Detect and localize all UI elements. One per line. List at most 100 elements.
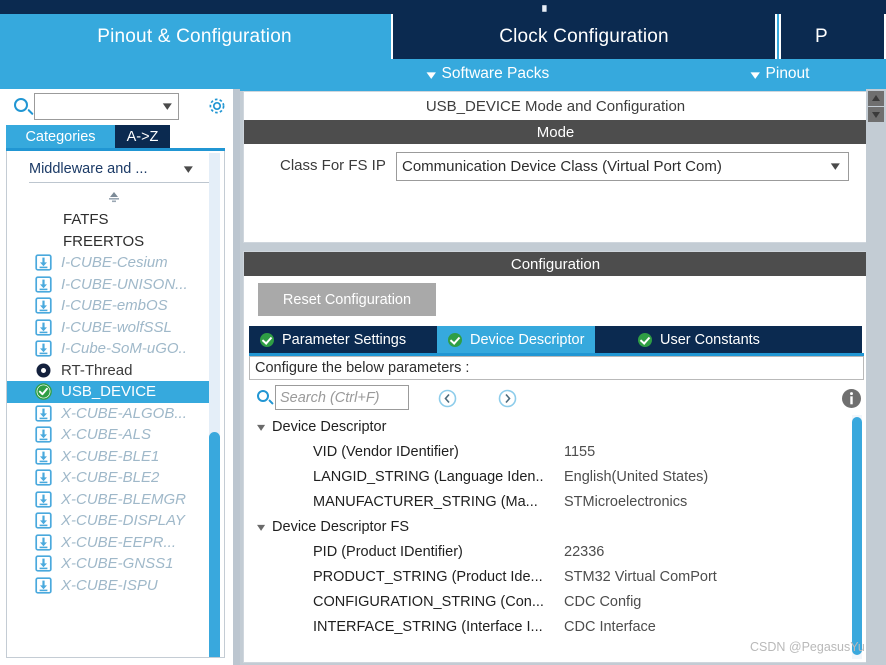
parameter-value[interactable]: 1155 — [564, 444, 595, 460]
parameter-search-input[interactable]: Search (Ctrl+F) — [275, 385, 409, 410]
sidebar-item-label: X-CUBE-BLE2 — [61, 469, 160, 487]
configuration-panel: USB_DEVICE Mode and Configuration Mode C… — [240, 89, 886, 665]
gear-icon[interactable] — [206, 95, 228, 117]
panel-edge-scroll — [866, 89, 886, 665]
parameter-value[interactable]: CDC Interface — [564, 619, 656, 635]
tab-project-manager-partial[interactable]: P — [779, 14, 886, 59]
tree-row[interactable]: MANUFACTURER_STRING (Ma... STMicroelectro… — [249, 489, 864, 514]
sidebar-item-x-cube-als[interactable]: X-CUBE-ALS — [7, 424, 212, 446]
tab-device-descriptor[interactable]: Device Descriptor — [437, 326, 596, 353]
tree-group-device-descriptor-fs[interactable]: ▾ Device Descriptor FS — [249, 514, 864, 539]
reset-configuration-button[interactable]: Reset Configuration — [258, 283, 436, 316]
parameter-value[interactable]: CDC Config — [564, 594, 641, 610]
tree-row[interactable]: VID (Vendor IDentifier) 1155 — [249, 439, 864, 464]
check-green-icon — [35, 383, 52, 400]
class-for-fs-ip-select[interactable]: Communication Device Class (Virtual Port… — [396, 152, 849, 181]
sidebar-item-x-cube-ble1[interactable]: X-CUBE-BLE1 — [7, 446, 212, 468]
check-green-icon — [448, 332, 462, 347]
tab-user-constants-label: User Constants — [660, 331, 760, 348]
tree-row[interactable]: PRODUCT_STRING (Product Ide... STM32 Virt… — [249, 564, 864, 589]
chevron-down-icon[interactable]: ▾ — [163, 98, 172, 114]
ip-list-scrollbar-thumb[interactable] — [209, 432, 220, 657]
tree-row[interactable]: INTERFACE_STRING (Interface I... CDC Inte… — [249, 614, 864, 639]
tab-parameter-settings-label: Parameter Settings — [282, 331, 407, 348]
configuration-tab-strip: Parameter Settings Device Descriptor Use… — [249, 326, 862, 353]
sidebar-item-label: X-CUBE-BLEMGR — [61, 490, 187, 508]
menu-pinout[interactable]: ▾ Pinout — [751, 59, 810, 89]
sidebar-item-i-cube-cesium[interactable]: I-CUBE-Cesium — [7, 252, 212, 274]
panel-divider[interactable] — [233, 89, 240, 665]
sidebar-item-x-cube-ispu[interactable]: X-CUBE-ISPU — [7, 575, 212, 597]
chevron-down-icon: ▾ — [831, 158, 841, 173]
main-tab-bar: Pinout & Configuration Clock Configurati… — [0, 14, 886, 59]
download-icon — [35, 576, 52, 594]
sidebar-item-i-cube-embos[interactable]: I-CUBE-embOS — [7, 295, 212, 317]
circle-left-arrow-icon[interactable] — [438, 389, 457, 408]
parameter-search-placeholder: Search (Ctrl+F) — [280, 389, 380, 406]
sidebar-item-freertos[interactable]: FREERTOS — [7, 231, 212, 253]
chevron-down-icon: ▾ — [256, 419, 266, 434]
tree-row[interactable]: LANGID_STRING (Language Iden.. English(Un… — [249, 464, 864, 489]
tab-categories[interactable]: Categories — [6, 125, 115, 148]
sidebar-item-label: RT-Thread — [61, 361, 133, 379]
scroll-down-button[interactable] — [868, 107, 884, 122]
tab-pinout-and-configuration[interactable]: Pinout & Configuration — [0, 14, 389, 59]
tree-group-device-descriptor[interactable]: ▾ Device Descriptor — [249, 414, 864, 439]
tree-scrollbar-thumb[interactable] — [852, 417, 862, 655]
parameter-value[interactable]: English(United States) — [564, 469, 708, 485]
download-icon — [35, 318, 52, 336]
tab-a-to-z[interactable]: A->Z — [115, 125, 170, 148]
download-icon — [35, 512, 52, 529]
tab-device-descriptor-label: Device Descriptor — [470, 331, 585, 348]
tree-group-label: Device Descriptor — [272, 418, 387, 435]
download-icon — [35, 426, 52, 443]
tab-user-constants[interactable]: User Constants — [627, 326, 771, 353]
configuration-section-header: Configuration — [244, 252, 867, 276]
parameter-value[interactable]: 22336 — [564, 544, 604, 560]
download-icon — [35, 533, 52, 551]
sidebar-item-label: X-CUBE-ISPU — [61, 576, 158, 594]
parameter-name: PID (Product IDentifier) — [313, 543, 463, 560]
category-group-middleware[interactable]: Middleware and ... ▾ — [29, 157, 194, 181]
sidebar-item-x-cube-algob[interactable]: X-CUBE-ALGOB... — [7, 403, 212, 425]
ip-view-tabs: Categories A->Z — [6, 125, 233, 148]
sidebar-item-x-cube-ble2[interactable]: X-CUBE-BLE2 — [7, 467, 212, 489]
list-collapse-handle[interactable] — [103, 189, 125, 205]
sidebar-item-usb-device[interactable]: USB_DEVICE — [7, 381, 212, 403]
tree-row[interactable]: PID (Product IDentifier) 22336 — [249, 539, 864, 564]
sidebar-item-label: X-CUBE-EEPR... — [61, 533, 177, 551]
menu-pinout-label: Pinout — [765, 65, 810, 82]
info-icon[interactable] — [841, 388, 862, 409]
sidebar-item-x-cube-display[interactable]: X-CUBE-DISPLAY — [7, 510, 212, 532]
sidebar-item-label: X-CUBE-DISPLAY — [61, 512, 185, 530]
sidebar-item-i-cube-unison[interactable]: I-CUBE-UNISON... — [7, 274, 212, 296]
tab-a-to-z-label: A->Z — [126, 128, 159, 145]
ip-search-input[interactable]: ▾ — [34, 93, 179, 120]
gear-dark-icon — [35, 362, 52, 379]
sidebar-item-x-cube-eepr[interactable]: X-CUBE-EEPR... — [7, 532, 212, 554]
chevron-down-icon: ▾ — [184, 161, 194, 176]
sidebar-item-i-cube-wolfssl[interactable]: I-CUBE-wolfSSL — [7, 317, 212, 339]
sidebar-item-label: X-CUBE-GNSS1 — [61, 555, 174, 573]
chevron-down-icon: ▾ — [426, 66, 437, 82]
parameter-value[interactable]: STMicroelectronics — [564, 494, 687, 510]
menu-software-packs[interactable]: ▾ Software Packs — [426, 59, 550, 89]
parameter-name: LANGID_STRING (Language Iden.. — [313, 468, 544, 485]
parameter-value[interactable]: STM32 Virtual ComPort — [564, 569, 717, 585]
class-for-fs-ip-value: Communication Device Class (Virtual Port… — [402, 158, 722, 175]
tab-parameter-settings[interactable]: Parameter Settings — [249, 326, 418, 353]
scroll-up-button[interactable] — [868, 91, 884, 106]
sidebar-item-i-cube-som-ugo[interactable]: I-Cube-SoM-uGO.. — [7, 338, 212, 360]
sidebar-item-label: I-Cube-SoM-uGO.. — [61, 340, 187, 358]
sidebar-item-rt-thread[interactable]: RT-Thread — [7, 360, 212, 382]
sidebar-item-label: X-CUBE-ALS — [61, 426, 152, 444]
tab-clock-configuration[interactable]: Clock Configuration — [391, 14, 777, 59]
sidebar-item-fatfs[interactable]: FATFS — [7, 209, 212, 231]
menu-software-packs-label: Software Packs — [441, 65, 550, 82]
tree-row[interactable]: CONFIGURATION_STRING (Con... CDC Config — [249, 589, 864, 614]
sidebar-item-x-cube-blemgr[interactable]: X-CUBE-BLEMGR — [7, 489, 212, 511]
circle-right-arrow-icon[interactable] — [498, 389, 517, 408]
sub-toolbar: ▾ Software Packs ▾ Pinout — [0, 59, 886, 89]
tab-project-manager-partial-label: P — [815, 25, 828, 47]
sidebar-item-x-cube-gnss1[interactable]: X-CUBE-GNSS1 — [7, 553, 212, 575]
